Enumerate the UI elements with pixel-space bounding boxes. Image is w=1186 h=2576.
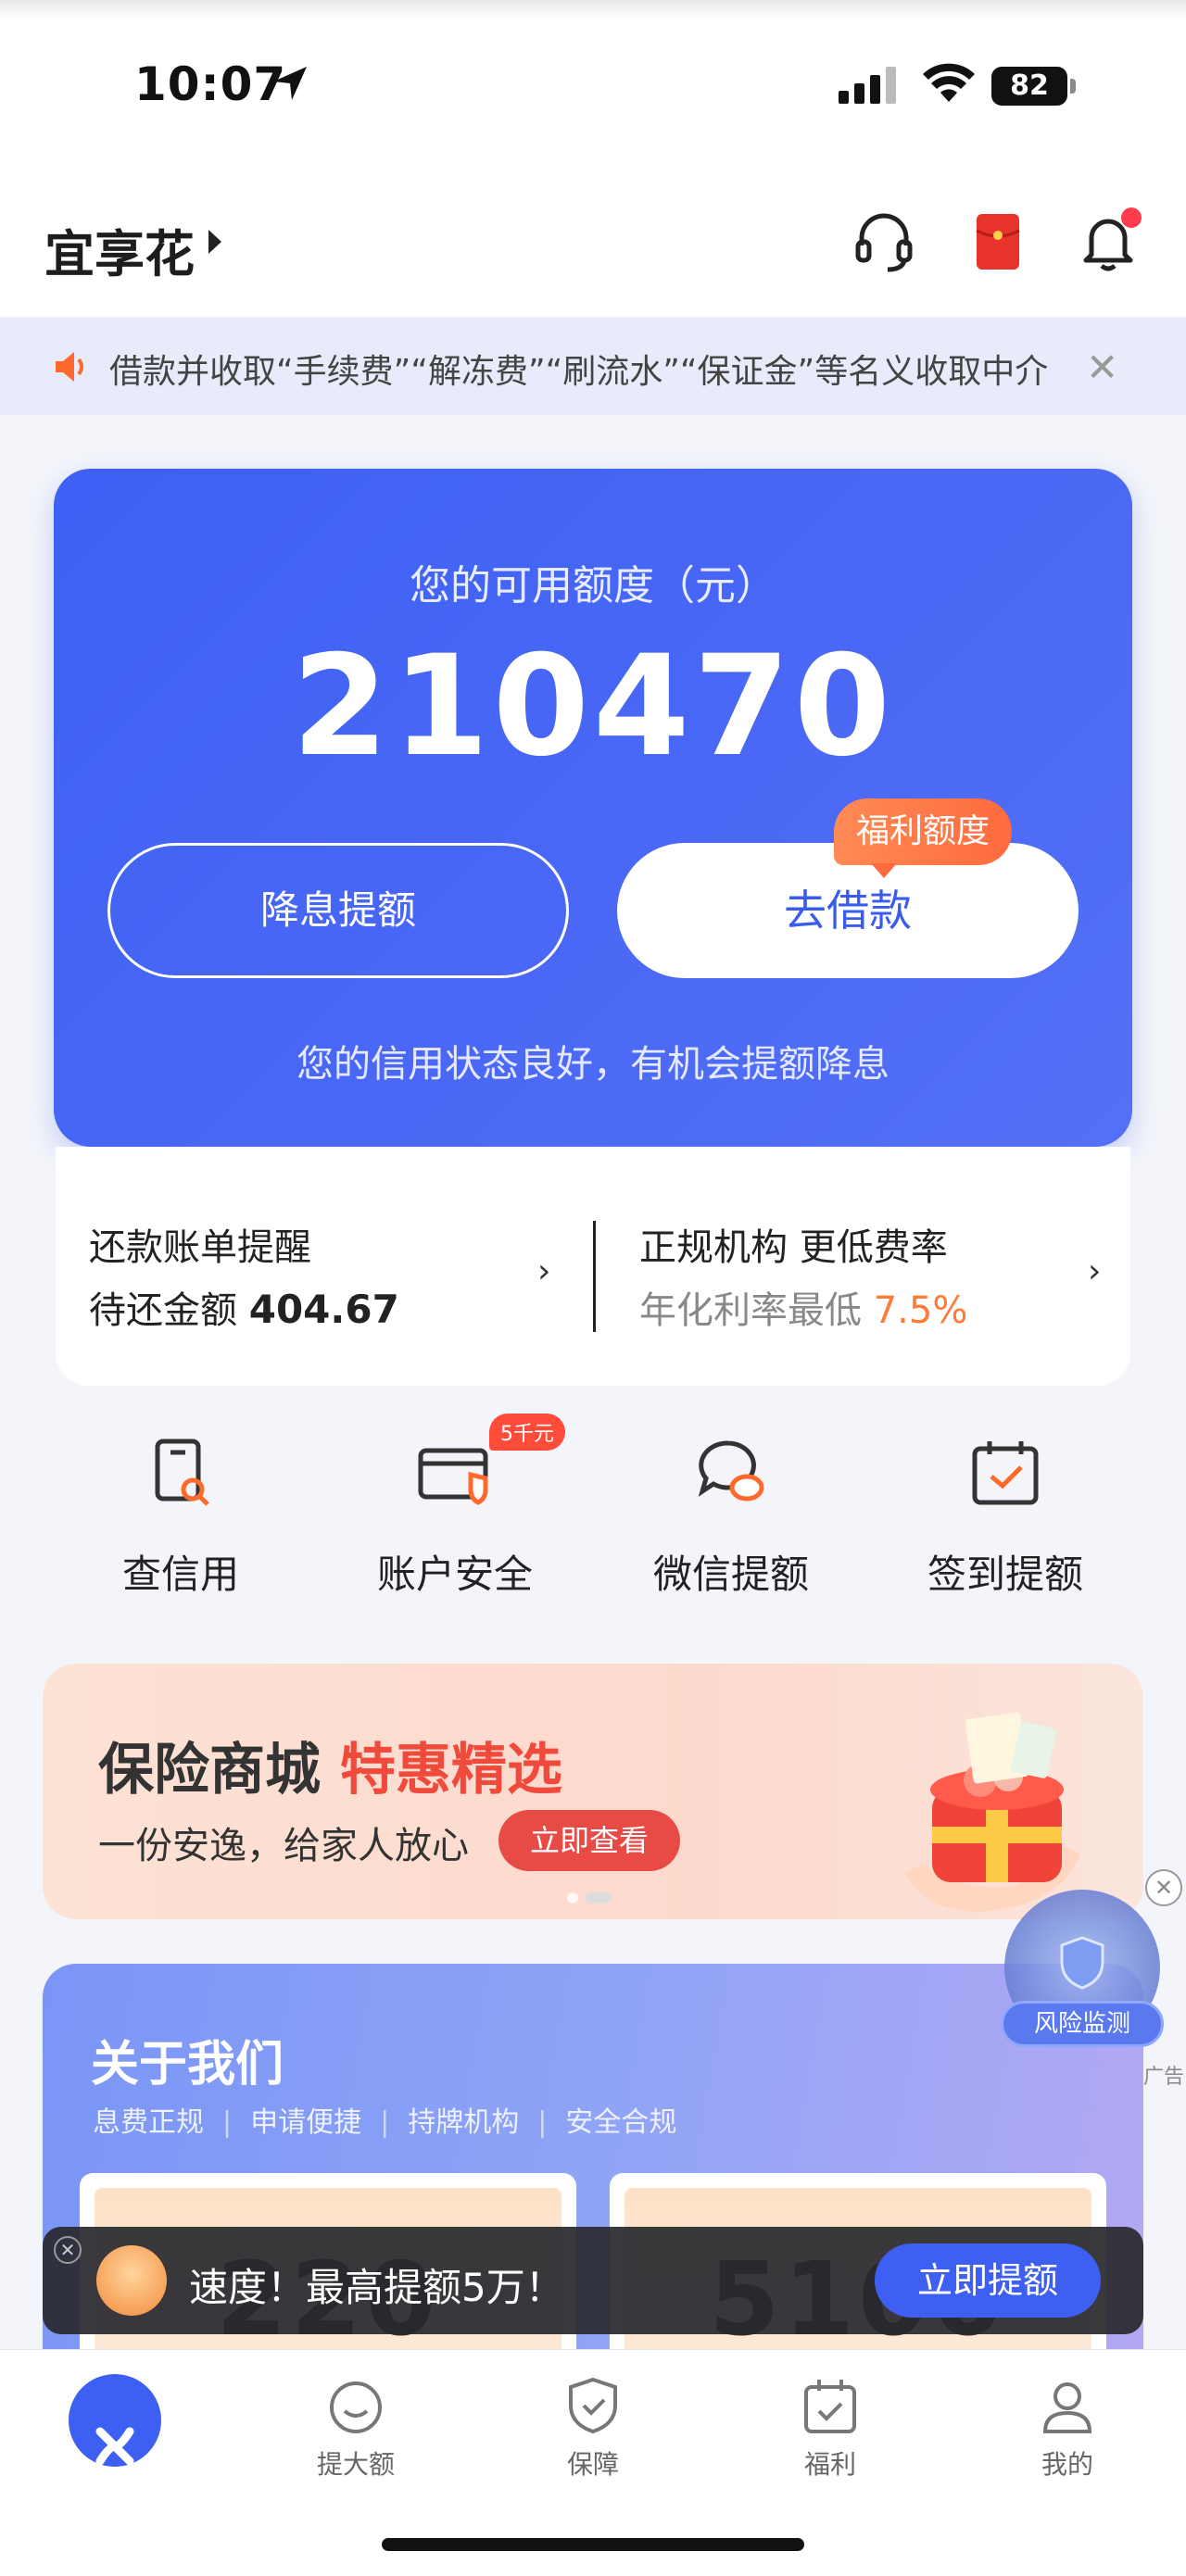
battery-level: 82 (991, 67, 1067, 106)
chevron-right-icon[interactable]: › (1088, 1252, 1101, 1290)
quick-item-label: 签到提额 (927, 1552, 1083, 1597)
quick-item-badge: 5千元 (489, 1414, 565, 1451)
smile-icon (330, 2381, 382, 2433)
risk-monitor-float[interactable]: 风险监测 (1001, 1890, 1164, 2056)
raise-now-button[interactable]: 立即提额 (875, 2243, 1101, 2318)
credit-amount: 210470 (291, 626, 895, 787)
bill-due-value: 404.67 (248, 1287, 399, 1332)
raise-limit-button[interactable]: 降息提额 (107, 843, 569, 978)
battery-nub (1070, 79, 1076, 94)
quick-item-check-credit[interactable]: 查信用 (56, 1426, 306, 1612)
risk-monitor-label: 风险监测 (1001, 2001, 1164, 2047)
notice-bar: 借款并收取“手续费”“解冻费”“刷流水”“保证金”等名义收取中介 ✕ (0, 317, 1186, 415)
about-tags: 息费正规 | 申请便捷 | 持牌机构 | 安全合规 (93, 2106, 677, 2139)
gift-box-illustration (904, 1712, 1080, 1912)
about-tag: 息费正规 (93, 2106, 204, 2139)
insurance-banner[interactable]: 保险商城 特惠精选 一份安逸，给家人放心 立即查看 (43, 1664, 1143, 1919)
toast-text: 速度！最高提额5万！ (189, 2265, 564, 2310)
insurance-title: 保险商城 特惠精选 (98, 1725, 562, 1805)
quick-item-label: 查信用 (121, 1552, 239, 1597)
quick-item-account-security[interactable]: 5千元 账户安全 (330, 1414, 580, 1612)
bill-divider (593, 1221, 596, 1332)
carousel-dots (567, 1890, 619, 1907)
tab-home[interactable] (0, 2350, 237, 2489)
institution-title[interactable]: 正规机构 更低费率 (639, 1217, 948, 1271)
quick-item-label: 微信提额 (652, 1552, 809, 1597)
credit-card: 您的可用额度（元） 210470 降息提额 去借款 福利额度 您的信用状态良好，… (54, 469, 1132, 1147)
chevron-right-icon[interactable]: › (537, 1252, 550, 1290)
tab-label: 我的 (1041, 2449, 1093, 2480)
brand-caret-icon[interactable] (208, 230, 221, 254)
bill-due-label: 待还金额 (89, 1289, 237, 1332)
brand-title[interactable]: 宜享花 (44, 213, 195, 286)
account-security-icon (418, 1448, 488, 1505)
quick-item-checkin[interactable]: 签到提额 (880, 1426, 1130, 1612)
notice-text: 借款并收取“手续费”“解冻费”“刷流水”“保证金”等名义收取中介 (109, 353, 1049, 391)
notification-dot (1121, 207, 1142, 228)
app-header: 宜享花 (0, 157, 1186, 317)
home-logo-icon (69, 2374, 161, 2467)
wifi-icon (923, 63, 975, 102)
quick-menu: 查信用 5千元 账户安全 微信提额 签到提额 (56, 1414, 1130, 1612)
credit-status-text: 您的信用状态良好，有机会提额降息 (296, 1043, 890, 1086)
ad-mark: 广告 (1143, 2066, 1185, 2089)
tab-label: 福利 (803, 2449, 856, 2480)
quick-item-label: 账户安全 (376, 1552, 533, 1597)
battery-indicator: 82 (991, 67, 1076, 106)
credit-check-icon (155, 1439, 209, 1506)
about-title: 关于我们 (91, 2037, 284, 2092)
status-bar: 10:07 82 (0, 0, 1186, 157)
tab-label: 提大额 (316, 2449, 395, 2480)
bill-due-amount[interactable]: 待还金额 404.67 (89, 1280, 399, 1334)
speaker-icon (56, 352, 83, 382)
bill-reminder-title[interactable]: 还款账单提醒 (89, 1217, 311, 1271)
tab-label: 保障 (566, 2449, 619, 2480)
shield-icon (1060, 1936, 1104, 1990)
shield-icon (569, 2377, 617, 2434)
rate-info[interactable]: 年化利率最低 7.5% (639, 1280, 967, 1334)
welfare-limit-tag: 福利额度 (834, 798, 1013, 878)
notice-close-icon[interactable]: ✕ (1086, 345, 1118, 390)
tab-welfare[interactable]: 福利 (712, 2350, 949, 2489)
customer-service-headset-icon[interactable] (851, 208, 917, 275)
carousel-dot-active (586, 1892, 612, 1904)
view-now-button[interactable]: 立即查看 (498, 1810, 680, 1871)
cellular-signal-icon (839, 67, 896, 104)
calendar-check-icon (972, 1441, 1039, 1505)
location-arrow-icon (273, 67, 307, 100)
insurance-title-main: 保险商城 (98, 1738, 321, 1803)
rate-label: 年化利率最低 (639, 1289, 862, 1332)
rate-value: 7.5% (873, 1289, 968, 1332)
promo-toast: ✕ 速度！最高提额5万！ 立即提额 (43, 2227, 1143, 2334)
insurance-title-accent: 特惠精选 (339, 1738, 562, 1803)
about-tag: 申请便捷 (250, 2106, 362, 2139)
status-time: 10:07 (134, 57, 287, 111)
home-indicator (382, 2538, 804, 2551)
calendar-icon (804, 2380, 856, 2433)
quick-item-wechat-raise[interactable]: 微信提额 (606, 1426, 856, 1612)
top-shadow (0, 0, 1186, 20)
tab-mine[interactable]: 我的 (949, 2350, 1186, 2489)
tab-protection[interactable]: 保障 (474, 2350, 712, 2489)
toast-close-icon[interactable]: ✕ (54, 2236, 82, 2264)
user-icon (1042, 2382, 1092, 2433)
tab-raise-limit[interactable]: 提大额 (237, 2350, 474, 2489)
bill-panel: 还款账单提醒 待还金额 404.67 › 正规机构 更低费率 年化利率最低 7.… (56, 1147, 1130, 1386)
wechat-chat-icon (698, 1440, 764, 1502)
insurance-subtitle: 一份安逸，给家人放心 (98, 1825, 469, 1867)
carousel-dot (567, 1892, 578, 1904)
toast-avatar (96, 2245, 167, 2316)
about-tag: 安全合规 (565, 2106, 677, 2139)
about-tag: 持牌机构 (408, 2106, 520, 2139)
red-envelope-icon[interactable] (964, 208, 1030, 275)
credit-label: 您的可用额度（元） (410, 562, 776, 609)
